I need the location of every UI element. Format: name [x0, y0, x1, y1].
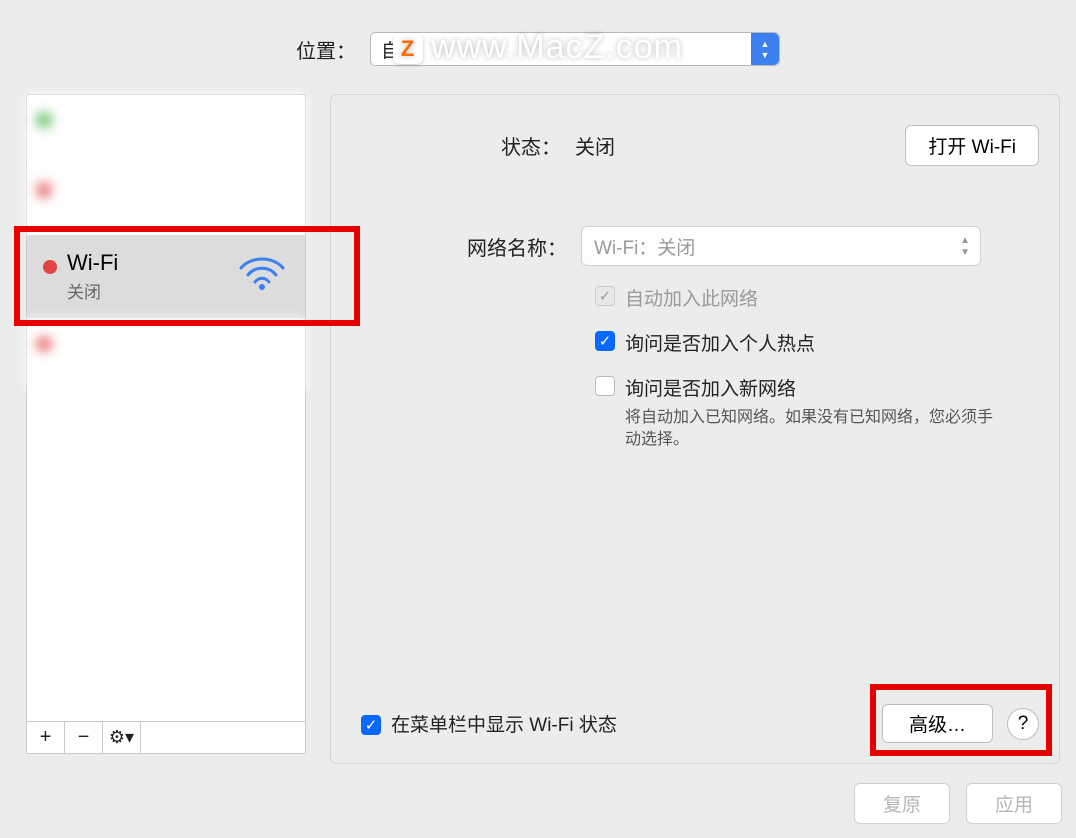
status-dot-icon — [37, 183, 51, 197]
sidebar-toolbar: + − ⚙︎▾ — [27, 721, 305, 753]
select-arrows-icon[interactable]: ▲▼ — [751, 33, 779, 65]
sidebar-item-blurred-2[interactable] — [27, 165, 305, 235]
location-label: 位置： — [296, 35, 356, 64]
help-button[interactable]: ? — [1007, 708, 1039, 740]
sidebar-item-wifi[interactable]: Wi-Fi 关闭 — [27, 235, 305, 319]
status-dot-icon — [37, 337, 51, 351]
bottom-right: 高级… ? — [882, 704, 1039, 743]
sidebar-wifi-title: Wi-Fi — [67, 250, 237, 276]
network-name-value: Wi-Fi：关闭 — [594, 233, 695, 260]
network-sidebar: Wi-Fi 关闭 + − ⚙︎▾ — [26, 94, 306, 754]
advanced-button[interactable]: 高级… — [882, 704, 993, 743]
status-label: 状态： — [501, 131, 561, 160]
sidebar-wifi-sub: 关闭 — [67, 278, 237, 303]
network-name-select[interactable]: Wi-Fi：关闭 ▲▼ — [581, 226, 981, 266]
autojoin-checkbox: ✓ — [595, 286, 615, 306]
newnet-description: 将自动加入已知网络。如果没有已知网络，您必须手动选择。 — [625, 407, 1005, 452]
remove-button[interactable]: − — [65, 722, 103, 753]
revert-button[interactable]: 复原 — [854, 783, 950, 824]
network-name-label: 网络名称： — [421, 226, 581, 261]
sidebar-item-blurred-1[interactable] — [27, 95, 305, 165]
footer-buttons: 复原 应用 — [854, 783, 1062, 824]
open-wifi-button[interactable]: 打开 Wi-Fi — [905, 125, 1039, 166]
gear-button[interactable]: ⚙︎▾ — [103, 722, 141, 753]
autojoin-row: ✓ 自动加入此网络 — [595, 284, 1039, 311]
hotspot-label: 询问是否加入个人热点 — [625, 329, 815, 356]
location-value: 自动 — [381, 36, 419, 63]
status-value: 关闭 — [575, 131, 615, 160]
location-row: 位置： 自动 ▲▼ — [0, 32, 1076, 66]
panel-bottom-row: ✓ 在菜单栏中显示 Wi-Fi 状态 高级… ? — [361, 704, 1039, 743]
checkbox-group: ✓ 自动加入此网络 ✓ 询问是否加入个人热点 询问是否加入新网络 将自动加入已知… — [361, 284, 1039, 452]
sidebar-item-text: Wi-Fi 关闭 — [67, 250, 237, 303]
hotspot-checkbox[interactable]: ✓ — [595, 331, 615, 351]
main-panel: 状态： 关闭 打开 Wi-Fi 网络名称： Wi-Fi：关闭 ▲▼ ✓ 自动加入… — [330, 94, 1060, 764]
apply-button[interactable]: 应用 — [966, 783, 1062, 824]
location-select[interactable]: 自动 ▲▼ — [370, 32, 780, 66]
newnet-label: 询问是否加入新网络 — [625, 374, 1005, 401]
newnet-checkbox[interactable] — [595, 376, 615, 396]
select-arrows-icon: ▲▼ — [960, 235, 970, 258]
menubar-row: ✓ 在菜单栏中显示 Wi-Fi 状态 — [361, 710, 617, 737]
sidebar-item-blurred-3[interactable] — [27, 319, 305, 389]
hotspot-row: ✓ 询问是否加入个人热点 — [595, 329, 1039, 356]
newnet-row: 询问是否加入新网络 将自动加入已知网络。如果没有已知网络，您必须手动选择。 — [595, 374, 1039, 452]
menubar-checkbox[interactable]: ✓ — [361, 715, 381, 735]
network-name-row: 网络名称： Wi-Fi：关闭 ▲▼ — [361, 226, 1039, 266]
menubar-label: 在菜单栏中显示 Wi-Fi 状态 — [391, 710, 617, 737]
autojoin-label: 自动加入此网络 — [625, 284, 758, 311]
add-button[interactable]: + — [27, 722, 65, 753]
status-dot-icon — [37, 113, 51, 127]
wifi-icon — [237, 252, 287, 302]
status-row: 状态： 关闭 打开 Wi-Fi — [361, 125, 1039, 166]
status-dot-icon — [43, 260, 57, 274]
